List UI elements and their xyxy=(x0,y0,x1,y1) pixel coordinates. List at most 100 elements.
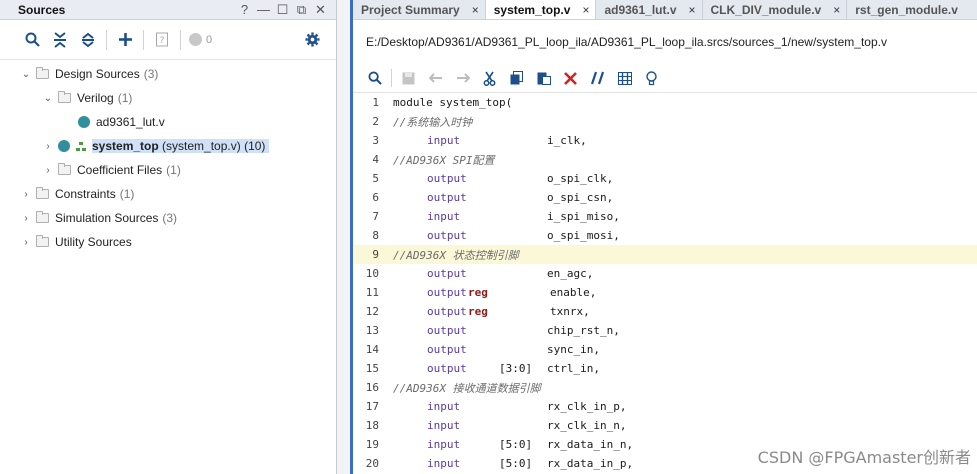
code-line[interactable]: 17 input rx_clk_in_p, xyxy=(353,397,977,416)
expand-all-icon[interactable] xyxy=(74,26,102,54)
editor-tabs: Project Summary × system_top.v × ad9361_… xyxy=(353,0,977,20)
code-line[interactable]: 18 input rx_clk_in_n, xyxy=(353,416,977,435)
code-identifier: txnrx, xyxy=(550,305,590,318)
float-icon[interactable]: ⧉ xyxy=(292,1,311,19)
verilog-file-icon xyxy=(58,140,70,152)
code-keyword: input xyxy=(427,134,461,147)
tree-item-system-top[interactable]: › system_top (system_top.v) (10) xyxy=(0,134,336,158)
minimize-icon[interactable]: — xyxy=(254,1,273,19)
delete-icon[interactable] xyxy=(557,66,584,90)
unknown-file-icon[interactable]: ? xyxy=(148,26,176,54)
code-line-highlighted[interactable]: 9 //AD936X 状态控制引脚 xyxy=(353,245,977,264)
chevron-right-icon[interactable]: › xyxy=(20,236,32,248)
lightbulb-icon[interactable] xyxy=(638,66,665,90)
redo-icon[interactable] xyxy=(449,66,476,90)
tree-item-label: Design Sources xyxy=(55,67,140,81)
chevron-right-icon[interactable]: › xyxy=(42,140,54,152)
code-comment: //AD936X SPI配置 xyxy=(393,153,495,167)
paste-icon[interactable] xyxy=(530,66,557,90)
comment-toggle-icon[interactable] xyxy=(584,66,611,90)
line-number: 17 xyxy=(365,400,379,413)
code-identifier: ctrl_in, xyxy=(547,362,600,375)
line-number: 6 xyxy=(372,191,379,204)
help-icon[interactable]: ? xyxy=(235,1,254,19)
panel-splitter[interactable] xyxy=(337,0,350,474)
code-keyword: input xyxy=(427,400,461,413)
code-line[interactable]: 2 //系统输入时钟 xyxy=(353,112,977,131)
tree-item-utility-sources[interactable]: › Utility Sources xyxy=(0,230,336,254)
code-identifier: enable, xyxy=(550,286,597,299)
code-range: [5:0] xyxy=(499,457,533,470)
code-line[interactable]: 6 output o_spi_csn, xyxy=(353,188,977,207)
copy-icon[interactable] xyxy=(503,66,530,90)
code-line[interactable]: 5 output o_spi_clk, xyxy=(353,169,977,188)
add-icon[interactable] xyxy=(111,26,139,54)
hierarchy-top-icon xyxy=(76,141,86,151)
code-line[interactable]: 16 //AD936X 接收通道数据引脚 xyxy=(353,378,977,397)
code-keyword: output xyxy=(427,191,467,204)
tab-system-top[interactable]: system_top.v × xyxy=(485,0,597,19)
chevron-right-icon[interactable]: › xyxy=(20,188,32,200)
code-line[interactable]: 15 output [3:0] ctrl_in, xyxy=(353,359,977,378)
maximize-icon[interactable]: ☐ xyxy=(273,1,292,19)
tree-item-label: ad9361_lut.v xyxy=(96,115,165,129)
tab-clk-div-module[interactable]: CLK_DIV_module.v × xyxy=(703,0,848,19)
chevron-down-icon[interactable]: ⌄ xyxy=(42,92,54,104)
tree-item-verilog[interactable]: ⌄ Verilog (1) xyxy=(0,86,336,110)
code-line[interactable]: 12 output reg txnrx, xyxy=(353,302,977,321)
chevron-down-icon[interactable]: ⌄ xyxy=(20,68,32,80)
message-count-value: 0 xyxy=(206,33,213,46)
close-icon[interactable]: × xyxy=(472,3,479,17)
code-line[interactable]: 7 input i_spi_miso, xyxy=(353,207,977,226)
code-line[interactable]: 1 module system_top( xyxy=(353,93,977,112)
search-icon[interactable] xyxy=(361,66,388,90)
close-icon[interactable]: × xyxy=(833,3,840,17)
undo-icon[interactable] xyxy=(422,66,449,90)
code-line[interactable]: 13 output chip_rst_n, xyxy=(353,321,977,340)
code-line[interactable]: 4 //AD936X SPI配置 xyxy=(353,150,977,169)
cut-icon[interactable] xyxy=(476,66,503,90)
tree-item-design-sources[interactable]: ⌄ Design Sources (3) xyxy=(0,62,336,86)
code-keyword: output xyxy=(427,229,467,242)
folder-icon xyxy=(36,67,49,79)
gear-icon[interactable] xyxy=(298,26,326,54)
search-icon[interactable] xyxy=(18,26,46,54)
save-icon[interactable] xyxy=(395,66,422,90)
code-line[interactable]: 10 output en_agc, xyxy=(353,264,977,283)
tree-item-constraints[interactable]: › Constraints (1) xyxy=(0,182,336,206)
tree-item-simulation-sources[interactable]: › Simulation Sources (3) xyxy=(0,206,336,230)
line-number: 5 xyxy=(372,172,379,185)
tree-item-count: (1) xyxy=(166,163,181,177)
code-keyword: input xyxy=(427,419,461,432)
line-number: 9 xyxy=(372,248,379,261)
watermark: CSDN @FPGAmaster创新者 xyxy=(757,448,971,467)
tab-label: CLK_DIV_module.v xyxy=(710,2,822,17)
tab-rst-gen-module[interactable]: rst_gen_module.v xyxy=(847,0,964,19)
toolbar-separator xyxy=(180,29,181,50)
line-number: 13 xyxy=(365,324,379,337)
folder-icon xyxy=(36,211,49,223)
line-number: 10 xyxy=(365,267,379,280)
close-icon[interactable]: × xyxy=(582,3,589,17)
chevron-right-icon[interactable]: › xyxy=(20,212,32,224)
column-select-icon[interactable] xyxy=(611,66,638,90)
code-line[interactable]: 8 output o_spi_mosi, xyxy=(353,226,977,245)
close-icon[interactable]: × xyxy=(689,3,696,17)
code-line[interactable]: 14 output sync_in, xyxy=(353,340,977,359)
code-line[interactable]: 11 output reg enable, xyxy=(353,283,977,302)
tree-item-coefficient-files[interactable]: › Coefficient Files (1) xyxy=(0,158,336,182)
chevron-right-icon[interactable]: › xyxy=(42,164,54,176)
tab-project-summary[interactable]: Project Summary × xyxy=(353,0,486,19)
toolbar-separator xyxy=(391,69,392,87)
code-identifier: rx_clk_in_n, xyxy=(547,419,627,432)
line-number: 15 xyxy=(365,362,379,375)
collapse-all-icon[interactable] xyxy=(46,26,74,54)
code-line[interactable]: 3 input i_clk, xyxy=(353,131,977,150)
code-identifier: i_clk, xyxy=(547,134,587,147)
tab-ad9361-lut[interactable]: ad9361_lut.v × xyxy=(596,0,703,19)
code-editor[interactable]: 1 module system_top( 2 //系统输入时钟 3 input … xyxy=(353,93,977,473)
close-icon[interactable]: ✕ xyxy=(311,1,330,19)
tree-item-ad9361-lut[interactable]: ad9361_lut.v xyxy=(0,110,336,134)
code-range: [5:0] xyxy=(499,438,533,451)
code-keyword: output xyxy=(427,324,467,337)
